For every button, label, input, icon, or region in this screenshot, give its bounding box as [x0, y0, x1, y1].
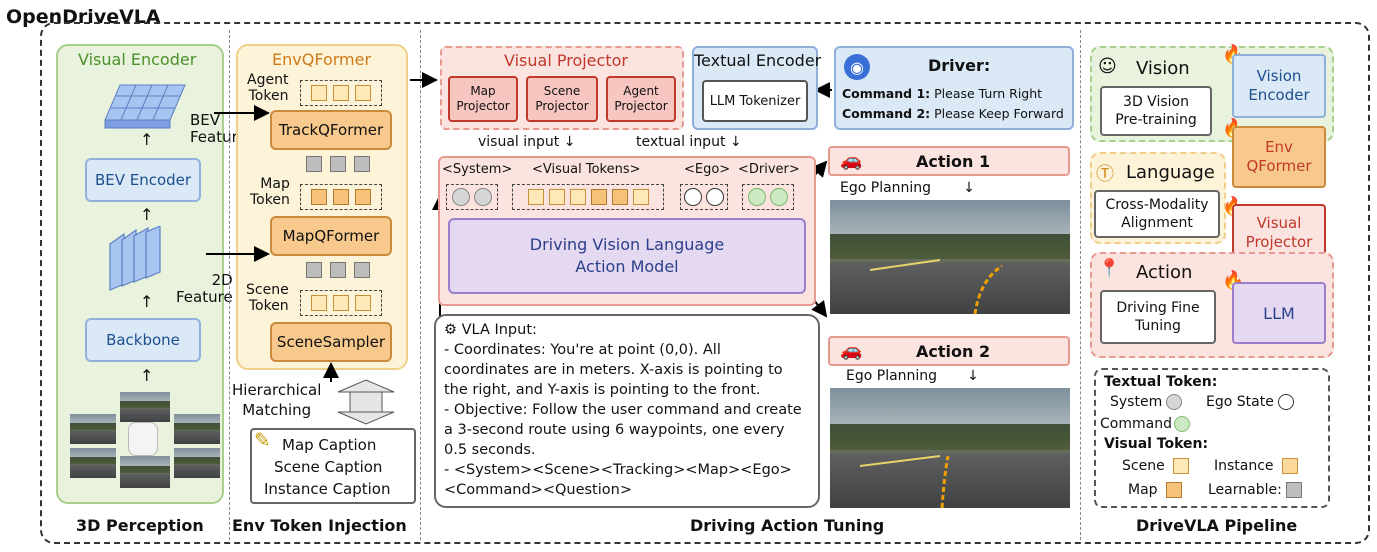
action-title: Action — [1136, 262, 1193, 283]
scene-projector-label: Scene Projector — [535, 84, 589, 113]
vision-title: Vision — [1136, 58, 1190, 79]
llm-tokenizer-box: LLM Tokenizer — [702, 80, 808, 122]
llm-box: LLM — [1232, 282, 1326, 344]
language-title: Language — [1126, 162, 1215, 183]
vision-pretrain-label: 3D Vision Pre-training — [1115, 94, 1197, 128]
visual-projector-title: Visual Projector — [504, 51, 628, 70]
visual-projector-stage-label: Visual Projector — [1245, 214, 1313, 251]
legend-command-label: Command — [1100, 416, 1172, 432]
vision-pretrain-box: 3D Vision Pre-training — [1100, 86, 1212, 136]
command-1: Command 1: Please Turn Right — [842, 86, 1042, 101]
ego-token-group — [680, 184, 728, 210]
command-2-label: Command 2: — [842, 106, 931, 121]
llm-label: LLM — [1263, 303, 1295, 323]
legend-ego-state: Ego State — [1206, 394, 1294, 410]
token-label-ego: <Ego> — [684, 162, 731, 177]
alignment-box: Cross-Modality Alignment — [1094, 190, 1220, 238]
vla-input-box: ⚙ VLA Input: - Coordinates: You're at po… — [434, 314, 820, 508]
ego-planning-label-2: Ego Planning ↓ — [846, 368, 979, 384]
fine-tuning-label: Driving Fine Tuning — [1116, 300, 1200, 334]
command-1-text: Please Turn Right — [930, 86, 1043, 101]
legend-system: System — [1110, 394, 1183, 410]
vision-encoder-label: Vision Encoder — [1248, 67, 1310, 104]
ego-planning-label-1: Ego Planning ↓ — [840, 180, 975, 196]
env-qformer-label: Env QFormer — [1246, 138, 1312, 175]
legend-learnable: Learnable: — [1208, 482, 1302, 498]
system-token-group — [446, 184, 498, 210]
legend-scene: Scene — [1122, 458, 1189, 474]
settings-gear-icon: ⚙ — [444, 322, 457, 338]
map-projector-box: Map Projector — [448, 76, 518, 122]
vision-icon: ☺ — [1098, 56, 1117, 77]
steering-wheel-icon: ◉ — [844, 54, 870, 80]
legend-map-label: Map — [1128, 482, 1158, 498]
legend-map: Map — [1128, 482, 1182, 498]
tuning-section-label: Driving Action Tuning — [690, 516, 885, 535]
legend-textual-token: Textual Token: — [1104, 374, 1218, 390]
action-2-label: Action 2 — [916, 342, 991, 361]
location-pin-icon: 📍 — [1098, 258, 1121, 279]
legend-scene-label: Scene — [1122, 458, 1165, 474]
token-label-system: <System> — [442, 162, 513, 177]
textual-input-label: textual input ↓ — [636, 134, 742, 150]
textual-encoder-title: Textual Encoder — [694, 51, 822, 70]
env-qformer-box: Env QFormer — [1232, 126, 1326, 188]
agent-projector-box: Agent Projector — [606, 76, 676, 122]
legend-command: Command — [1100, 416, 1190, 432]
ego-planning-text-1: Ego Planning — [840, 180, 932, 196]
scene-projector-box: Scene Projector — [526, 76, 598, 122]
llm-tokenizer-label: LLM Tokenizer — [709, 93, 801, 109]
ego-planning-text-2: Ego Planning — [846, 368, 938, 384]
car-icon-2: 🚗 — [840, 340, 863, 361]
vla-input-title: ⚙ VLA Input: — [444, 320, 810, 340]
driver-token-group — [742, 184, 794, 210]
agent-projector-label: Agent Projector — [614, 84, 668, 113]
command-2-text: Please Keep Forward — [930, 106, 1064, 121]
vla-input-line-1: - Coordinates: You're at point (0,0). Al… — [444, 342, 783, 398]
driver-panel: ◉ Driver: Command 1: Please Turn Right C… — [834, 46, 1074, 130]
action-2-box: 🚗 Action 2 — [828, 336, 1070, 366]
driver-title: Driver: — [928, 56, 991, 75]
legend-ego-state-label: Ego State — [1206, 394, 1274, 410]
token-label-driver: <Driver> — [738, 162, 800, 177]
car-icon-1: 🚗 — [840, 150, 863, 171]
driving-image-2 — [830, 388, 1070, 508]
token-label-visual: <Visual Tokens> — [532, 162, 641, 177]
legend-learnable-label: Learnable: — [1208, 482, 1282, 498]
legend-instance-label: Instance — [1214, 458, 1274, 474]
action-1-box: 🚗 Action 1 — [828, 146, 1070, 176]
command-1-label: Command 1: — [842, 86, 931, 101]
vla-model-label: Driving Vision Language Action Model — [529, 235, 725, 276]
vision-encoder-box: Vision Encoder — [1232, 54, 1326, 118]
pipeline-section-label: DriveVLA Pipeline — [1136, 516, 1298, 535]
alignment-label: Cross-Modality Alignment — [1105, 197, 1209, 231]
visual-input-text: visual input — [478, 134, 560, 150]
vla-input-line-3: - <System><Scene><Tracking><Map><Ego> <C… — [444, 462, 792, 498]
visual-token-group — [512, 184, 664, 210]
map-projector-label: Map Projector — [456, 84, 510, 113]
fine-tuning-box: Driving Fine Tuning — [1100, 290, 1216, 344]
action-1-label: Action 1 — [916, 152, 991, 171]
legend-system-label: System — [1110, 394, 1163, 410]
legend-visual-token: Visual Token: — [1104, 436, 1209, 452]
vla-input-title-text: VLA Input: — [461, 322, 537, 338]
textual-input-text: textual input — [636, 134, 726, 150]
language-icon: Ⓣ — [1096, 164, 1114, 185]
command-2: Command 2: Please Keep Forward — [842, 106, 1064, 121]
legend-panel: Textual Token: System Ego State Command … — [1094, 368, 1330, 508]
vla-model-box: Driving Vision Language Action Model — [448, 218, 806, 294]
visual-input-label: visual input ↓ — [478, 134, 576, 150]
vla-input-line-2: - Objective: Follow the user command and… — [444, 402, 802, 458]
legend-instance: Instance — [1214, 458, 1298, 474]
driving-image-1 — [830, 200, 1070, 314]
